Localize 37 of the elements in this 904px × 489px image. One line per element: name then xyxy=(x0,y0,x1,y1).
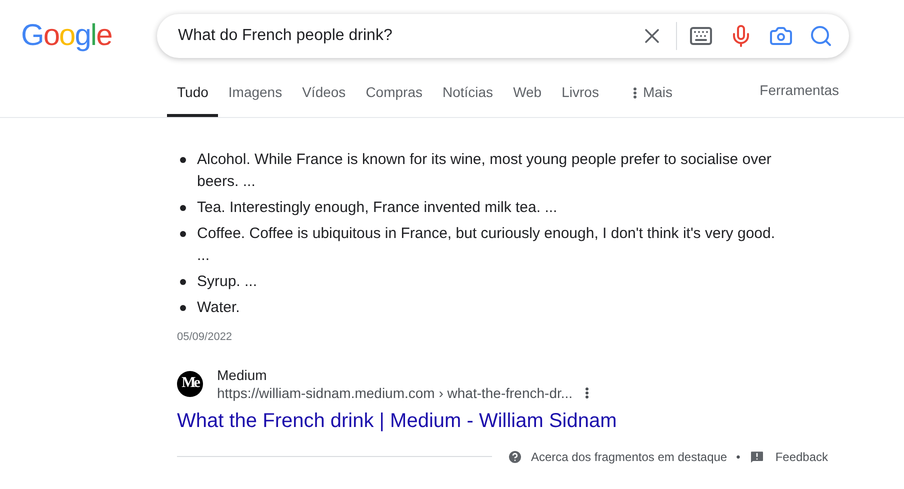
more-options-icon[interactable] xyxy=(584,386,589,398)
about-snippets-link[interactable]: Acerca dos fragmentos em destaque xyxy=(531,448,728,466)
search-tab[interactable]: Mais xyxy=(622,67,683,117)
bullet-icon xyxy=(180,157,186,163)
more-icon xyxy=(632,86,637,98)
google-logo[interactable]: Google xyxy=(21,21,113,51)
search-tab[interactable]: Imagens xyxy=(218,67,292,117)
bullet-icon xyxy=(180,231,186,237)
feedback-link[interactable]: Feedback xyxy=(775,448,828,466)
tools-button[interactable]: Ferramentas xyxy=(760,67,839,117)
result-title-link[interactable]: What the French drink | Medium - William Sidnam xyxy=(177,408,820,434)
list-item-text: Syrup. ... xyxy=(197,272,258,292)
site-url[interactable]: https://william-sidnam.medium.com › what-the-french-dr... xyxy=(217,384,573,402)
site-favicon: Me xyxy=(177,370,203,396)
search-tab[interactable]: Livros xyxy=(552,67,609,117)
list-item-text: Alcohol. While France is known for its wine, most young people prefer to socialise over beers. ... xyxy=(197,150,772,192)
search-tab[interactable]: Notícias xyxy=(432,67,504,117)
search-tab[interactable]: Compras xyxy=(356,67,432,117)
search-icon[interactable] xyxy=(809,24,833,48)
search-tab[interactable]: Vídeos xyxy=(292,67,356,117)
list-item-text: Coffee. Coffee is ubiquitous in France, but curiously enough, I don't think it's very good. ... xyxy=(197,224,775,266)
bullet-icon xyxy=(180,305,186,311)
camera-icon[interactable] xyxy=(769,24,793,48)
bullet-icon xyxy=(180,205,186,211)
search-query: What do French people drink? xyxy=(178,26,394,46)
bullet-icon xyxy=(180,279,186,285)
search-tab[interactable]: Web xyxy=(503,67,552,117)
list-item-text: Water. xyxy=(197,298,241,318)
feedback-icon[interactable] xyxy=(749,448,766,464)
separator-dot: • xyxy=(736,448,740,466)
list-item-text: Tea. Interestingly enough, France invented milk tea. ... xyxy=(197,198,558,218)
snippet-date: 05/09/2022 xyxy=(177,330,234,345)
site-name[interactable]: Medium xyxy=(217,366,589,384)
search-field[interactable]: What do French people drink? xyxy=(157,14,849,58)
keyboard-icon[interactable] xyxy=(689,24,713,48)
help-icon[interactable] xyxy=(507,448,523,464)
search-tab[interactable]: Tudo xyxy=(167,67,218,117)
